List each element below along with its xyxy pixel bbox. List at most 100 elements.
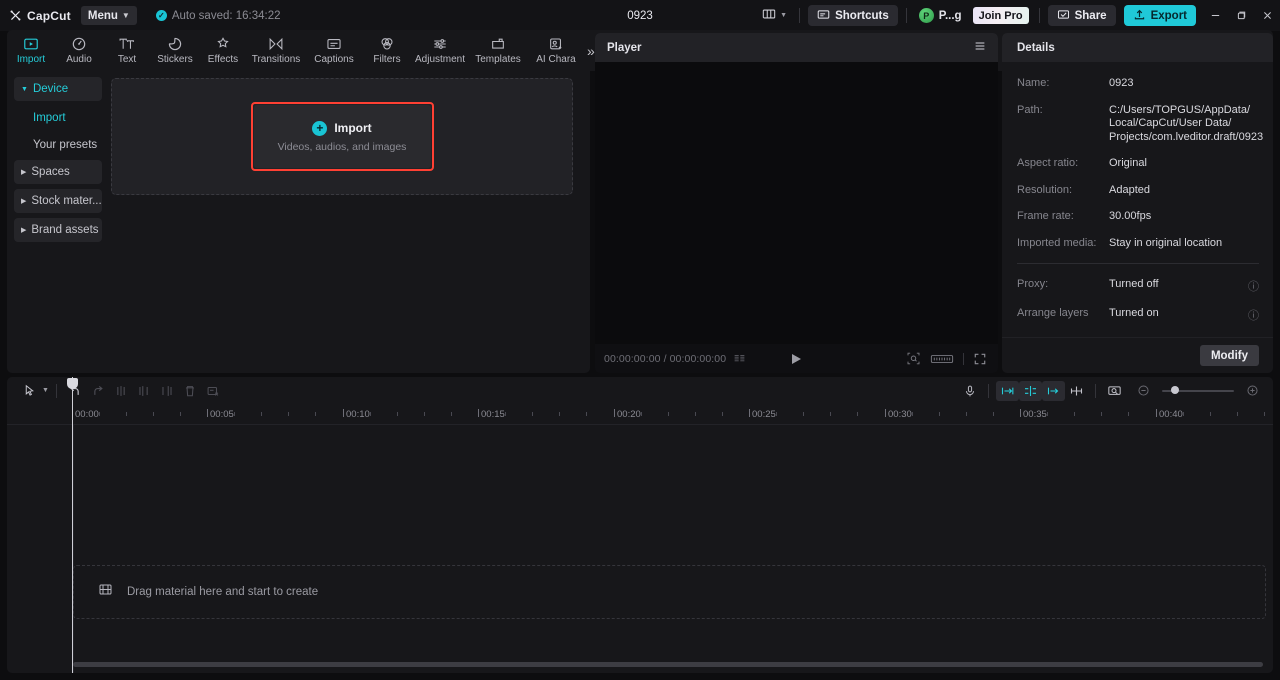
export-button[interactable]: Export [1123, 5, 1196, 26]
row-label: Name: [1017, 77, 1050, 89]
tab-templates[interactable]: Templates [469, 30, 527, 71]
play-icon[interactable] [792, 353, 801, 364]
details-row-proxy: Proxy: Turned off ⓘ [1017, 278, 1259, 294]
split-marker-icon[interactable] [1065, 381, 1088, 401]
timeline-ruler[interactable]: 00:00 00:05 00:10 00:15 00:20 00:25 00:3… [7, 404, 1273, 425]
tab-text[interactable]: Text [103, 30, 151, 71]
zoom-slider-knob[interactable] [1171, 386, 1179, 394]
menu-button[interactable]: Menu ▼ [80, 6, 137, 25]
details-title: Details [1002, 33, 1273, 62]
select-tool[interactable] [18, 381, 41, 401]
tab-transitions[interactable]: Transitions [247, 30, 305, 71]
modify-button[interactable]: Modify [1199, 345, 1259, 366]
tab-adjustment[interactable]: Adjustment [411, 30, 469, 71]
layout-button[interactable]: ▼ [758, 7, 791, 24]
user-account[interactable]: P P...g Join Pro [915, 7, 1031, 24]
playhead[interactable] [67, 377, 78, 673]
record-voiceover-icon[interactable] [958, 381, 981, 401]
zoom-fit-icon[interactable] [906, 351, 921, 366]
ruler-label: 00:25 [752, 409, 776, 420]
delete-tool[interactable] [179, 381, 202, 401]
timeline-horizontal-scrollbar[interactable] [73, 662, 1263, 667]
row-label: Proxy: [1017, 278, 1049, 290]
more-tabs-button[interactable]: » [587, 30, 595, 71]
avatar: P [918, 8, 934, 23]
maximize-button[interactable] [1228, 0, 1254, 31]
player-menu-icon[interactable] [973, 39, 987, 56]
ruler-label: 00:20 [617, 409, 641, 420]
row-label: Resolution: [1017, 183, 1073, 196]
sidebar-item-your-presets[interactable]: Your presets [14, 133, 102, 157]
tab-label: Captions [314, 54, 354, 65]
media-icon [98, 582, 113, 602]
media-panel: ▼ Device Import Your presets ▶ Spaces ▶ … [7, 68, 590, 373]
tab-ai-character[interactable]: AI Chara [527, 30, 585, 71]
tab-stickers[interactable]: Stickers [151, 30, 199, 71]
row-label: Imported media: [1017, 236, 1097, 249]
trim-left-tool[interactable] [133, 381, 156, 401]
import-button[interactable]: + Import Videos, audios, and images [250, 102, 434, 171]
sidebar-item-stock-materials[interactable]: ▶ Stock mater... [14, 189, 102, 213]
sidebar-item-label: Import [33, 112, 66, 124]
join-pro-badge[interactable]: Join Pro [972, 7, 1029, 24]
app-brand: CapCut [9, 9, 71, 23]
tab-label: Filters [373, 54, 401, 65]
tab-captions[interactable]: Captions [305, 30, 363, 71]
snap-right-icon[interactable] [1042, 380, 1065, 401]
sidebar-item-label: Brand assets [31, 224, 99, 236]
sidebar-item-import[interactable]: Import [14, 106, 102, 130]
timeline-tracks[interactable]: Drag material here and start to create [7, 425, 1273, 673]
sidebar-item-spaces[interactable]: ▶ Spaces [14, 160, 102, 184]
playhead-handle[interactable] [67, 378, 78, 389]
split-tool[interactable] [110, 381, 133, 401]
snap-left-icon[interactable] [996, 380, 1019, 401]
player-timecode: 00:00:00:00 / 00:00:00:00 [604, 352, 727, 365]
player-canvas[interactable] [595, 62, 998, 344]
ruler-label: 00:10 [346, 409, 370, 420]
plus-icon: + [312, 120, 328, 136]
chevron-down-icon: ▼ [121, 11, 130, 20]
stickers-icon [167, 36, 183, 52]
drop-material-area[interactable]: Drag material here and start to create [73, 565, 1266, 619]
tab-effects[interactable]: Effects [199, 30, 247, 71]
sidebar-item-brand-assets[interactable]: ▶ Brand assets [14, 218, 102, 242]
keyboard-icon [817, 8, 830, 24]
zoom-slider-track[interactable] [1162, 386, 1234, 394]
help-icon[interactable]: ⓘ [1248, 278, 1259, 294]
tab-import[interactable]: Import [7, 30, 55, 71]
layout-grid-icon [762, 7, 776, 24]
adjustment-icon [432, 36, 448, 52]
mirror-icon[interactable] [1019, 380, 1042, 401]
capcut-window: CapCut Menu ▼ ✓ Auto saved: 16:34:22 ▼ S… [0, 0, 1280, 680]
minimize-button[interactable] [1202, 0, 1228, 31]
chevron-down-icon: ▼ [780, 12, 788, 19]
app-name: CapCut [27, 8, 71, 23]
redo-tool[interactable] [87, 381, 110, 401]
help-icon[interactable]: ⓘ [1248, 307, 1259, 323]
timeline-panel: ▼ 00:00 00:05 00:10 00:15 00:20 00:25 00… [7, 377, 1273, 673]
aspect-ratio-icon[interactable] [930, 352, 954, 366]
tab-filters[interactable]: Filters [363, 30, 411, 71]
zoom-out-button[interactable] [1132, 381, 1155, 401]
transitions-icon [268, 36, 284, 52]
trim-right-tool[interactable] [156, 381, 179, 401]
player-title: Player [607, 41, 642, 54]
import-dropzone[interactable]: + Import Videos, audios, and images [111, 78, 573, 195]
crop-delete-tool[interactable] [202, 381, 225, 401]
zoom-in-button[interactable] [1241, 381, 1264, 401]
autosave-status: ✓ Auto saved: 16:34:22 [155, 9, 281, 22]
autosave-label: Auto saved: 16:34:22 [171, 9, 281, 22]
sidebar-item-device[interactable]: ▼ Device [14, 77, 102, 101]
window-controls [1202, 0, 1280, 31]
playback-quality-icon[interactable] [733, 352, 746, 365]
capcut-logo-icon [9, 9, 22, 22]
close-button[interactable] [1254, 0, 1280, 31]
row-value: Turned on [1109, 307, 1159, 319]
fullscreen-icon[interactable] [973, 352, 987, 366]
preview-render-icon[interactable] [1103, 381, 1126, 401]
chevron-down-icon[interactable]: ▼ [42, 387, 49, 394]
ruler-label: 00:15 [481, 409, 505, 420]
shortcuts-button[interactable]: Shortcuts [808, 5, 898, 26]
tab-audio[interactable]: Audio [55, 30, 103, 71]
share-button[interactable]: Share [1047, 5, 1116, 26]
